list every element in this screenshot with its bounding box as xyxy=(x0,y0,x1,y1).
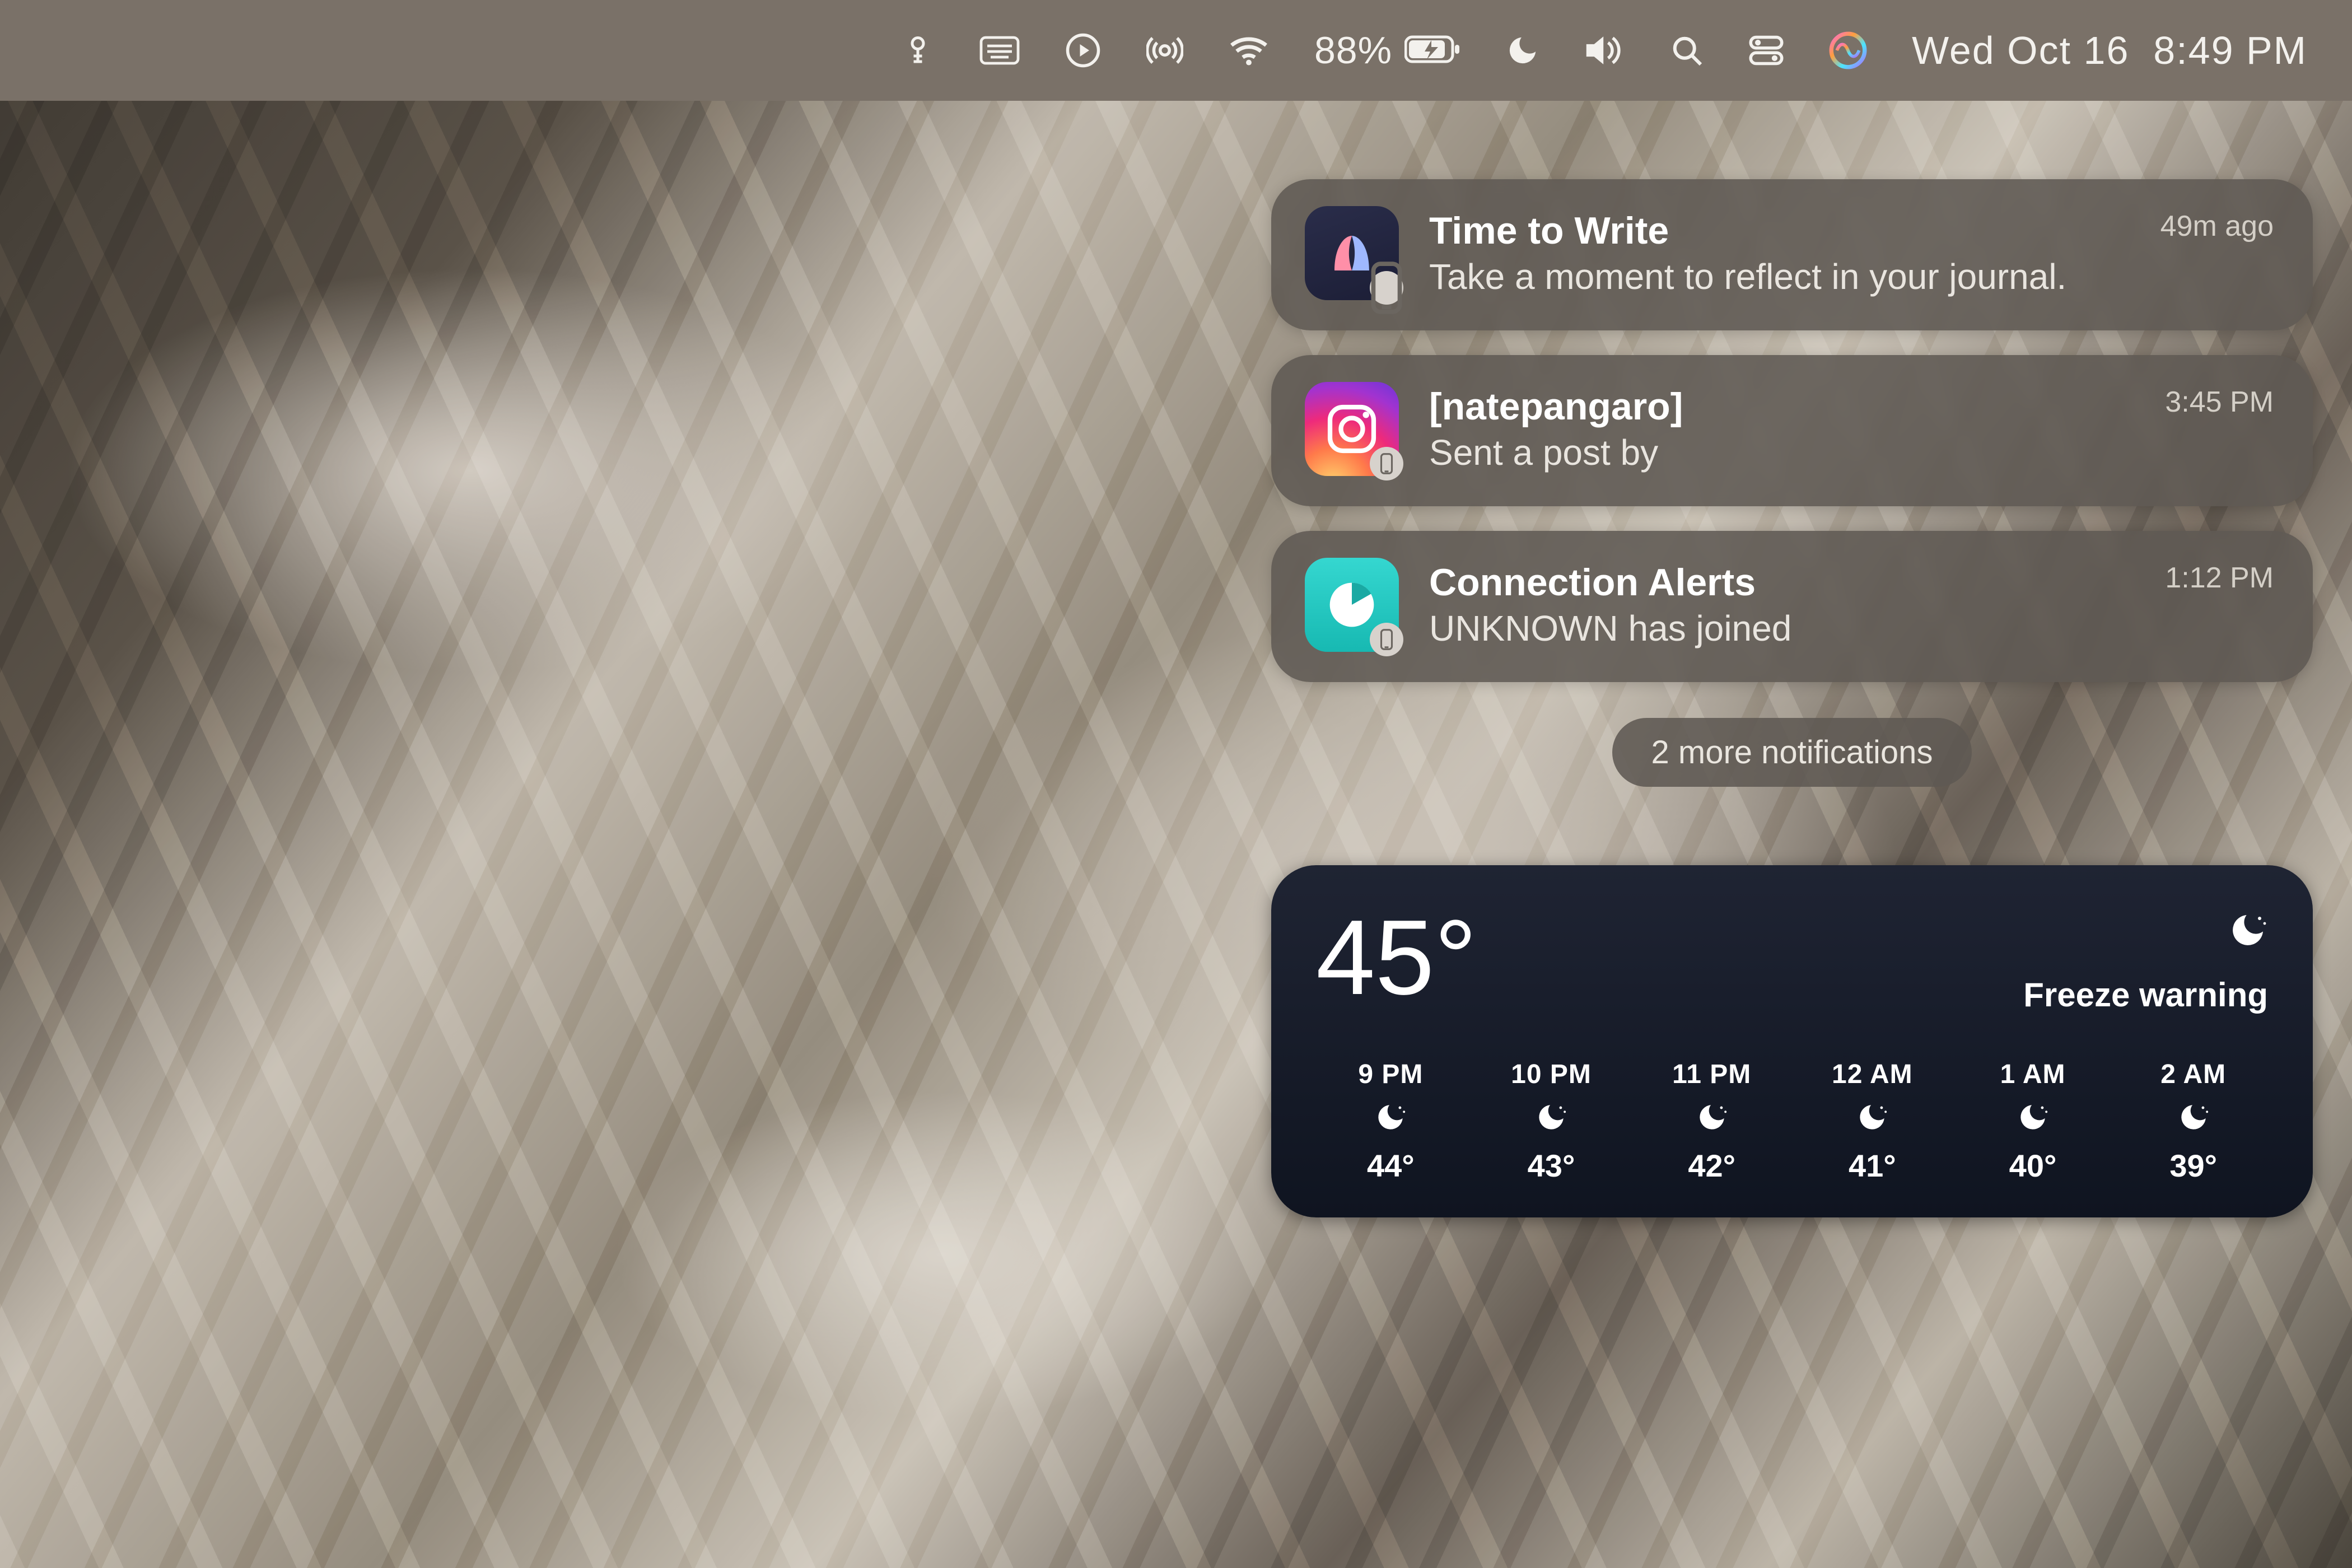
weather-hour-temp: 44° xyxy=(1367,1147,1415,1184)
battery-menubar-item[interactable]: 88% xyxy=(1314,29,1460,72)
airdrop-menubar-icon[interactable] xyxy=(1146,32,1183,69)
siri-menubar-icon[interactable] xyxy=(1829,31,1867,69)
weather-hour-temp: 40° xyxy=(2009,1147,2057,1184)
now-playing-menubar-icon[interactable] xyxy=(1065,32,1102,69)
focus-dnd-menubar-icon[interactable] xyxy=(1505,33,1540,68)
night-clear-icon xyxy=(1856,1101,1888,1136)
weather-hour-temp: 41° xyxy=(1849,1147,1896,1184)
notification-center: Time to Write Take a moment to reflect i… xyxy=(1271,179,2313,1217)
notification-body: [natepangaro] Sent a post by xyxy=(1429,385,2135,473)
night-clear-icon xyxy=(2228,910,2268,953)
weather-hour-temp: 39° xyxy=(2169,1147,2217,1184)
weather-hour-label: 10 PM xyxy=(1511,1059,1592,1090)
weather-hour-item: 12 AM 41° xyxy=(1798,1059,1947,1184)
instagram-app-icon xyxy=(1305,382,1399,476)
weather-hour-item: 9 PM 44° xyxy=(1316,1059,1466,1184)
notification-subtitle: Sent a post by xyxy=(1429,432,2135,473)
notification-title: [natepangaro] xyxy=(1429,385,2135,428)
notification-timestamp: 49m ago xyxy=(2160,209,2274,243)
notification-timestamp: 1:12 PM xyxy=(2165,561,2274,595)
notification-body: Time to Write Take a moment to reflect i… xyxy=(1429,209,2130,297)
night-clear-icon xyxy=(2017,1101,2049,1136)
notification-connection-alerts[interactable]: Connection Alerts UNKNOWN has joined 1:1… xyxy=(1271,531,2313,682)
iphone-device-badge-icon xyxy=(1370,271,1403,305)
notification-instagram[interactable]: [natepangaro] Sent a post by 3:45 PM xyxy=(1271,355,2313,506)
weather-alert-label: Freeze warning xyxy=(2023,976,2268,1014)
iphone-device-badge-icon xyxy=(1370,623,1403,656)
night-clear-icon xyxy=(1535,1101,1567,1136)
connection-alerts-app-icon xyxy=(1305,558,1399,652)
notification-title: Time to Write xyxy=(1429,209,2130,253)
weather-hour-label: 11 PM xyxy=(1672,1059,1751,1090)
menu-bar: 88% xyxy=(0,0,2352,101)
weather-hour-item: 2 AM 39° xyxy=(2118,1059,2268,1184)
weather-hour-label: 12 AM xyxy=(1832,1059,1913,1090)
weather-hour-item: 1 AM 40° xyxy=(1958,1059,2108,1184)
weather-hour-label: 1 AM xyxy=(2000,1059,2066,1090)
weather-hour-item: 11 PM 42° xyxy=(1637,1059,1786,1184)
notification-body: Connection Alerts UNKNOWN has joined xyxy=(1429,561,2135,649)
wifi-menubar-icon[interactable] xyxy=(1228,35,1270,66)
notification-journal[interactable]: Time to Write Take a moment to reflect i… xyxy=(1271,179,2313,330)
more-notifications-button[interactable]: 2 more notifications xyxy=(1612,718,1972,787)
weather-hour-temp: 43° xyxy=(1528,1147,1575,1184)
battery-percent-label: 88% xyxy=(1314,29,1392,72)
weather-hour-temp: 42° xyxy=(1688,1147,1735,1184)
notification-subtitle: Take a moment to reflect in your journal… xyxy=(1429,256,2130,297)
volume-menubar-icon[interactable] xyxy=(1585,35,1625,66)
control-center-menubar-icon[interactable] xyxy=(1748,35,1784,66)
passwords-menubar-icon[interactable] xyxy=(901,34,935,67)
weather-hour-label: 2 AM xyxy=(2160,1059,2226,1090)
spotlight-search-menubar-icon[interactable] xyxy=(1670,34,1704,67)
night-clear-icon xyxy=(2177,1101,2210,1136)
night-clear-icon xyxy=(1374,1101,1407,1136)
menubar-clock[interactable]: Wed Oct 16 8:49 PM xyxy=(1912,28,2307,73)
weather-hourly-forecast: 9 PM 44° 10 PM 43° 11 PM 42° xyxy=(1316,1059,2268,1184)
menubar-time: 8:49 PM xyxy=(2153,28,2307,73)
battery-charging-icon xyxy=(1404,35,1460,67)
weather-current-temp: 45° xyxy=(1316,904,1477,1011)
keyboard-input-menubar-icon[interactable] xyxy=(979,35,1020,66)
notification-title: Connection Alerts xyxy=(1429,561,2135,604)
night-clear-icon xyxy=(1696,1101,1728,1136)
iphone-device-badge-icon xyxy=(1370,447,1403,480)
journal-app-icon xyxy=(1305,206,1399,300)
notification-subtitle: UNKNOWN has joined xyxy=(1429,608,2135,649)
notification-timestamp: 3:45 PM xyxy=(2165,385,2274,419)
weather-hour-label: 9 PM xyxy=(1358,1059,1423,1090)
weather-hour-item: 10 PM 43° xyxy=(1477,1059,1626,1184)
weather-widget[interactable]: 45° Freeze warning 9 PM 44° xyxy=(1271,865,2313,1217)
menubar-date: Wed Oct 16 xyxy=(1912,28,2129,73)
